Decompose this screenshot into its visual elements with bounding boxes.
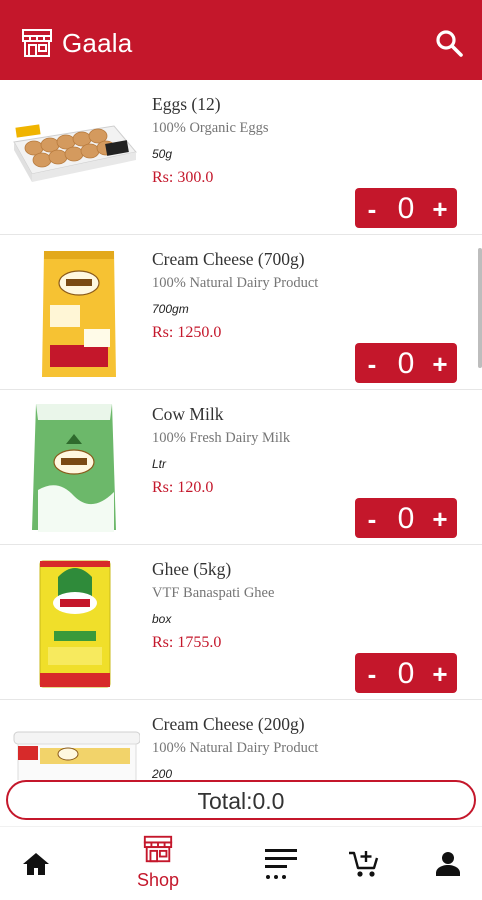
- nav-shop-label: Shop: [136, 870, 180, 890]
- quantity-value: 0: [397, 657, 415, 690]
- product-name: Cream Cheese (700g): [152, 249, 305, 269]
- scrollbar[interactable]: [478, 248, 482, 368]
- increase-quantity-button[interactable]: +: [425, 498, 455, 538]
- decrease-quantity-button[interactable]: -: [357, 498, 387, 538]
- product-description: 100% Organic Eggs: [152, 120, 269, 136]
- increase-quantity-button[interactable]: +: [425, 653, 455, 693]
- product-name: Ghee (5kg): [152, 559, 232, 579]
- nav-home[interactable]: [14, 827, 58, 900]
- product-item[interactable]: Ghee (5kg) VTF Banaspati Ghee box Rs: 17…: [0, 545, 482, 700]
- product-description: 100% Natural Dairy Product: [152, 740, 319, 756]
- quantity-value: 0: [397, 192, 415, 225]
- quantity-stepper: - 0 +: [355, 498, 457, 538]
- product-item[interactable]: Eggs (12) 100% Organic Eggs 50g Rs: 300.…: [0, 80, 482, 235]
- product-price: Rs: 120.0: [152, 479, 214, 496]
- nav-cart[interactable]: [342, 827, 386, 900]
- bottom-navigation: Shop: [0, 826, 482, 900]
- increase-quantity-button[interactable]: +: [425, 343, 455, 383]
- product-list[interactable]: Eggs (12) 100% Organic Eggs 50g Rs: 300.…: [0, 80, 482, 780]
- home-icon: [23, 853, 49, 875]
- ghee-tin-image: [39, 560, 111, 688]
- list-menu-icon: [265, 849, 297, 879]
- decrease-quantity-button[interactable]: -: [357, 653, 387, 693]
- product-item[interactable]: Cream Cheese (200g) 100% Natural Dairy P…: [0, 700, 482, 780]
- product-description: VTF Banaspati Ghee: [152, 585, 275, 601]
- product-unit: 50g: [152, 147, 173, 161]
- quantity-stepper: - 0 +: [355, 188, 457, 228]
- eggs-product-image: [13, 124, 137, 182]
- product-item[interactable]: Cream Cheese (700g) 100% Natural Dairy P…: [0, 235, 482, 390]
- product-unit: 700gm: [152, 302, 189, 316]
- product-price: Rs: 1250.0: [152, 324, 222, 341]
- quantity-stepper: - 0 +: [355, 653, 457, 693]
- quantity-value: 0: [397, 347, 415, 380]
- decrease-quantity-button[interactable]: -: [357, 343, 387, 383]
- quantity-stepper: - 0 +: [355, 343, 457, 383]
- product-price: Rs: 300.0: [152, 169, 214, 186]
- shop-storefront-icon: [22, 29, 52, 57]
- person-icon: [436, 852, 460, 876]
- product-unit: Ltr: [152, 457, 167, 471]
- shop-storefront-icon: [143, 835, 173, 863]
- product-name: Cow Milk: [152, 404, 224, 424]
- cow-milk-pack-image: [32, 404, 116, 532]
- search-icon[interactable]: [434, 28, 464, 58]
- nav-profile[interactable]: [426, 827, 470, 900]
- quantity-value: 0: [397, 502, 415, 535]
- cream-cheese-tub-image: [13, 731, 140, 780]
- nav-shop[interactable]: Shop: [128, 827, 188, 900]
- product-name: Cream Cheese (200g): [152, 714, 305, 734]
- product-unit: box: [152, 612, 172, 626]
- product-description: 100% Fresh Dairy Milk: [152, 430, 291, 446]
- decrease-quantity-button[interactable]: -: [357, 188, 387, 228]
- add-to-cart-icon: [349, 851, 379, 877]
- product-item[interactable]: Cow Milk 100% Fresh Dairy Milk Ltr Rs: 1…: [0, 390, 482, 545]
- cream-cheese-pouch-image: [42, 251, 116, 377]
- product-description: 100% Natural Dairy Product: [152, 275, 319, 291]
- increase-quantity-button[interactable]: +: [425, 188, 455, 228]
- product-price: Rs: 1755.0: [152, 634, 222, 651]
- app-title: Gaala: [62, 28, 133, 58]
- nav-categories[interactable]: [258, 827, 304, 900]
- app-bar: Gaala: [0, 0, 482, 80]
- product-unit: 200: [152, 767, 173, 780]
- cart-total: Total:0.0: [6, 780, 476, 820]
- product-name: Eggs (12): [152, 94, 221, 114]
